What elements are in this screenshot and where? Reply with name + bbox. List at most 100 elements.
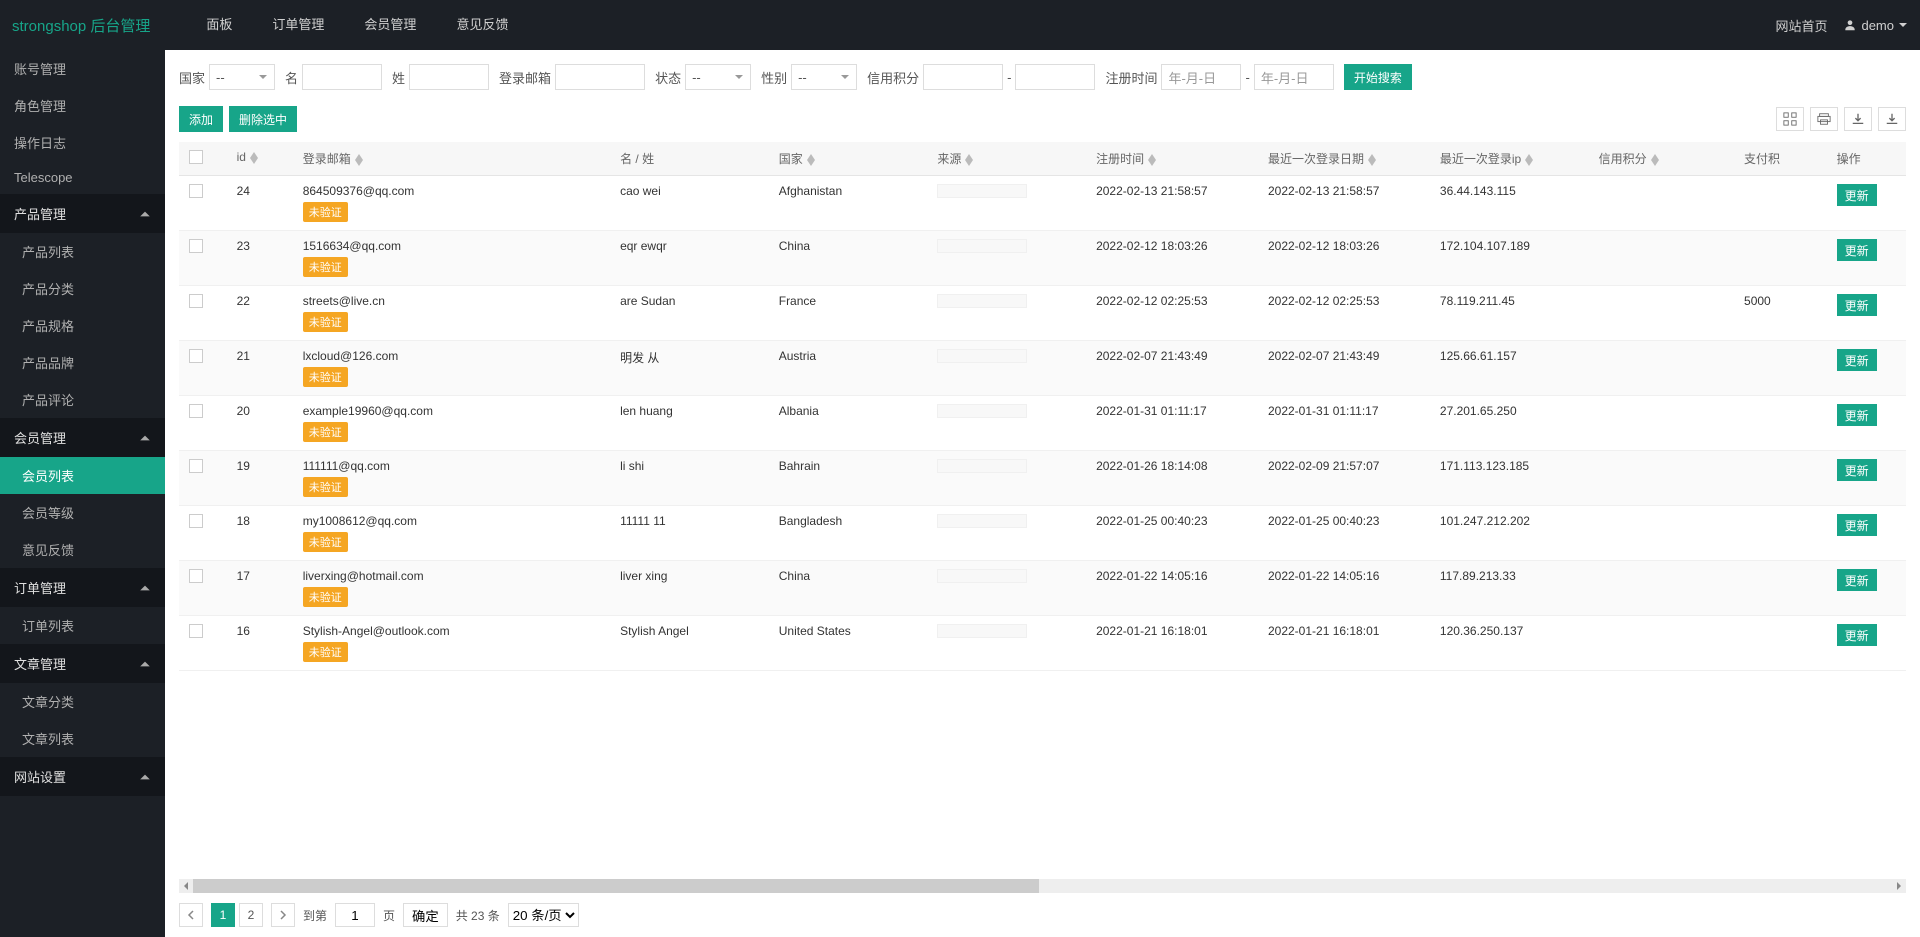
sidebar-item[interactable]: 产品规格 xyxy=(0,307,165,344)
sort-icon[interactable] xyxy=(1148,154,1156,166)
sort-icon[interactable] xyxy=(807,154,815,166)
print-button[interactable] xyxy=(1810,107,1838,131)
printer-icon xyxy=(1817,112,1831,126)
sidebar-group-header[interactable]: 产品管理 xyxy=(0,194,165,233)
filter-credits-min-input[interactable] xyxy=(923,64,1003,90)
sidebar-item[interactable]: Telescope xyxy=(0,161,165,194)
page-number[interactable]: 2 xyxy=(239,903,263,927)
search-button[interactable]: 开始搜索 xyxy=(1344,64,1412,90)
row-checkbox[interactable] xyxy=(189,349,203,363)
sort-icon[interactable] xyxy=(1525,154,1533,166)
update-button[interactable]: 更新 xyxy=(1837,349,1877,371)
sidebar-item[interactable]: 产品评论 xyxy=(0,381,165,418)
user-menu[interactable]: demo xyxy=(1843,18,1908,33)
update-button[interactable]: 更新 xyxy=(1837,239,1877,261)
sort-icon[interactable] xyxy=(355,154,363,166)
table-container[interactable]: id 登录邮箱 名 / 姓 国家 来源 注册时间 最近一次登录日期 最近一次登录… xyxy=(165,142,1920,879)
sort-icon[interactable] xyxy=(1368,154,1376,166)
sidebar-item[interactable]: 角色管理 xyxy=(0,87,165,124)
cell-email: 1516634@qq.com未验证 xyxy=(293,231,610,286)
filter-regtime-to[interactable]: 年-月-日 xyxy=(1254,64,1334,90)
filter-country-select[interactable]: -- xyxy=(209,64,275,90)
filter-credits-max-input[interactable] xyxy=(1015,64,1095,90)
chevron-up-icon xyxy=(139,771,151,783)
sidebar-item[interactable]: 操作日志 xyxy=(0,124,165,161)
filter-name-input[interactable] xyxy=(302,64,382,90)
row-checkbox[interactable] xyxy=(189,404,203,418)
table-row: 18my1008612@qq.com未验证11111 11Bangladesh2… xyxy=(179,506,1906,561)
filter-email-input[interactable] xyxy=(555,64,645,90)
add-button[interactable]: 添加 xyxy=(179,106,223,132)
unverified-badge: 未验证 xyxy=(303,477,348,497)
page-confirm-button[interactable]: 确定 xyxy=(403,903,448,927)
row-checkbox[interactable] xyxy=(189,459,203,473)
col-last-login-date[interactable]: 最近一次登录日期 xyxy=(1268,152,1364,166)
row-checkbox[interactable] xyxy=(189,294,203,308)
col-last-login-ip[interactable]: 最近一次登录ip xyxy=(1440,152,1521,166)
scrollbar-thumb[interactable] xyxy=(193,879,1039,893)
topnav-item[interactable]: 面板 xyxy=(190,0,248,50)
sidebar-group-header[interactable]: 订单管理 xyxy=(0,568,165,607)
columns-button[interactable] xyxy=(1776,107,1804,131)
topnav-item[interactable]: 会员管理 xyxy=(348,0,432,50)
horizontal-scrollbar[interactable] xyxy=(179,879,1906,893)
page-size-select[interactable]: 20 条/页 xyxy=(508,903,579,927)
sidebar-item[interactable]: 产品分类 xyxy=(0,270,165,307)
export-all-button[interactable] xyxy=(1878,107,1906,131)
export-button[interactable] xyxy=(1844,107,1872,131)
page-number[interactable]: 1 xyxy=(211,903,235,927)
update-button[interactable]: 更新 xyxy=(1837,624,1877,646)
cell-source xyxy=(927,231,1086,286)
sidebar-item[interactable]: 产品品牌 xyxy=(0,344,165,381)
sidebar-group-header[interactable]: 文章管理 xyxy=(0,644,165,683)
filter-regtime-from[interactable]: 年-月-日 xyxy=(1161,64,1241,90)
filter-gender-select[interactable]: -- xyxy=(791,64,857,90)
sort-icon[interactable] xyxy=(250,152,258,164)
filter-status-select[interactable]: -- xyxy=(685,64,751,90)
topnav-item[interactable]: 订单管理 xyxy=(256,0,340,50)
row-checkbox[interactable] xyxy=(189,624,203,638)
sidebar-item[interactable]: 文章列表 xyxy=(0,720,165,757)
scroll-right-arrow[interactable] xyxy=(1892,879,1906,893)
sidebar-item[interactable]: 订单列表 xyxy=(0,607,165,644)
row-checkbox[interactable] xyxy=(189,514,203,528)
delete-selected-button[interactable]: 删除选中 xyxy=(229,106,297,132)
sidebar-group-header[interactable]: 会员管理 xyxy=(0,418,165,457)
select-all-checkbox[interactable] xyxy=(189,150,203,164)
col-regtime[interactable]: 注册时间 xyxy=(1096,152,1144,166)
page-jump-input[interactable] xyxy=(335,903,375,927)
sidebar-item[interactable]: 意见反馈 xyxy=(0,531,165,568)
sort-icon[interactable] xyxy=(965,154,973,166)
cell-regtime: 2022-02-12 02:25:53 xyxy=(1086,286,1258,341)
sidebar-item[interactable]: 文章分类 xyxy=(0,683,165,720)
row-checkbox[interactable] xyxy=(189,184,203,198)
scroll-left-arrow[interactable] xyxy=(179,879,193,893)
next-page-button[interactable] xyxy=(271,903,295,927)
sidebar-group-header[interactable]: 网站设置 xyxy=(0,757,165,796)
topnav-item[interactable]: 意见反馈 xyxy=(440,0,524,50)
dash: - xyxy=(1007,70,1011,85)
col-credits[interactable]: 信用积分 xyxy=(1599,152,1647,166)
update-button[interactable]: 更新 xyxy=(1837,569,1877,591)
row-checkbox[interactable] xyxy=(189,239,203,253)
prev-page-button[interactable] xyxy=(179,903,203,927)
sidebar-item[interactable]: 会员列表 xyxy=(0,457,165,494)
update-button[interactable]: 更新 xyxy=(1837,294,1877,316)
cell-credits xyxy=(1589,341,1734,396)
update-button[interactable]: 更新 xyxy=(1837,404,1877,426)
update-button[interactable]: 更新 xyxy=(1837,514,1877,536)
filter-surname-input[interactable] xyxy=(409,64,489,90)
col-source[interactable]: 来源 xyxy=(937,152,961,166)
sidebar-item[interactable]: 会员等级 xyxy=(0,494,165,531)
sidebar-item[interactable]: 产品列表 xyxy=(0,233,165,270)
sidebar-item[interactable]: 账号管理 xyxy=(0,50,165,87)
site-home-link[interactable]: 网站首页 xyxy=(1775,16,1827,35)
update-button[interactable]: 更新 xyxy=(1837,459,1877,481)
row-checkbox[interactable] xyxy=(189,569,203,583)
col-country[interactable]: 国家 xyxy=(779,152,803,166)
col-id[interactable]: id xyxy=(237,150,246,164)
col-email[interactable]: 登录邮箱 xyxy=(303,152,351,166)
update-button[interactable]: 更新 xyxy=(1837,184,1877,206)
cell-country: France xyxy=(769,286,928,341)
sort-icon[interactable] xyxy=(1651,154,1659,166)
